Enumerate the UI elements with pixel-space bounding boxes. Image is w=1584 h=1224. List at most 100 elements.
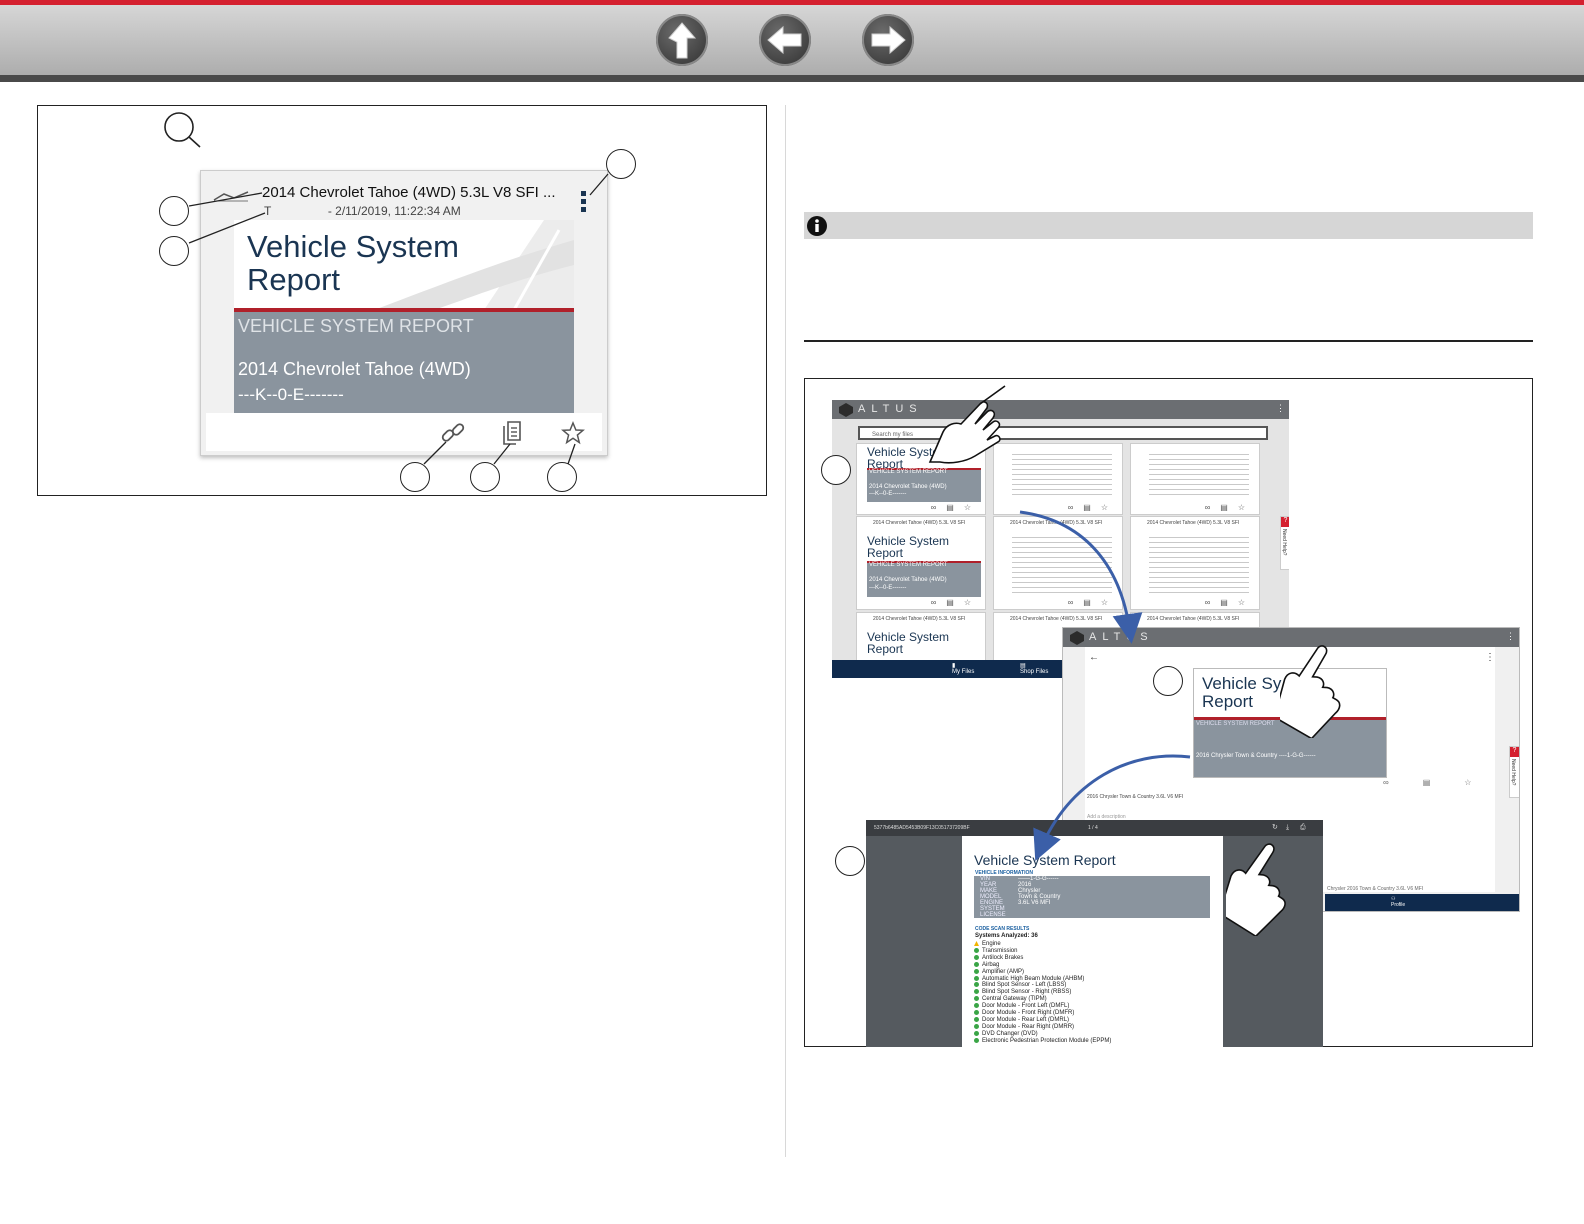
- altus-logo-icon: [839, 403, 853, 417]
- doc-preview: [1149, 533, 1249, 593]
- mini-heading-line-2: Report: [867, 546, 904, 560]
- system-name: Door Module - Rear Left (DMRL): [982, 1016, 1070, 1023]
- callout-step-2: [1153, 666, 1183, 696]
- profile-tab[interactable]: ⚇ Profile: [1391, 896, 1405, 908]
- forward-button[interactable]: [862, 14, 914, 66]
- detail-actions[interactable]: ∞▤☆: [1383, 778, 1505, 787]
- up-button[interactable]: [656, 14, 708, 66]
- search-input[interactable]: Search my files: [858, 426, 1268, 440]
- print-icon[interactable]: ⎙: [1300, 820, 1306, 836]
- system-name: Engine: [982, 941, 1001, 948]
- check-icon: [974, 1030, 979, 1036]
- tap-hand-icon: [1226, 843, 1286, 936]
- shop-files-label: Shop Files: [1020, 669, 1049, 675]
- check-icon: [974, 961, 979, 967]
- preview-heading-line-1: Vehicle Sy: [1202, 674, 1282, 693]
- bottom-nav: ⚇ Profile: [1325, 894, 1519, 911]
- callout-document: [470, 462, 500, 492]
- thumbnail-vehicle: 2014 Chevrolet Tahoe (4WD): [238, 359, 471, 379]
- back-button[interactable]: [759, 14, 811, 66]
- check-icon: [974, 947, 979, 953]
- need-help-tab[interactable]: ? Need Help?: [1509, 746, 1519, 798]
- check-icon: [974, 1010, 979, 1015]
- info-value: 3.6L V6 MFI: [1018, 900, 1051, 906]
- file-card-doc[interactable]: 2014 Chevrolet Tahoe (4WD) 5.3L V8 SFI ∞…: [1130, 516, 1260, 610]
- check-icon: [974, 996, 979, 1002]
- system-name: Antilock Brakes: [982, 954, 1024, 961]
- app-name: ALTUS: [858, 403, 923, 415]
- preview-vehicle: 2016 Chrysler Town & Country ----1-G-G--…: [1196, 753, 1316, 759]
- thumbnail-band-label: VEHICLE SYSTEM REPORT: [238, 316, 474, 336]
- star-icon[interactable]: [561, 421, 585, 445]
- mini-caption: 2014 Chevrolet Tahoe (4WD) 5.3L V8 SFI: [1010, 616, 1103, 622]
- note-bar: [804, 212, 1533, 239]
- more-vert-icon[interactable]: [579, 190, 589, 214]
- more-vert-icon[interactable]: ⋮: [1276, 403, 1285, 414]
- system-row: Electronic Pedestrian Protection Module …: [974, 1037, 1111, 1045]
- file-date: - 2/11/2019, 11:22:34 AM: [327, 204, 461, 218]
- document-icon[interactable]: [501, 420, 523, 446]
- system-name: Airbag: [982, 961, 1000, 968]
- vehicle-logo-icon: [213, 191, 249, 202]
- thumbnail-heading: Vehicle System Report: [247, 230, 459, 296]
- mini-heading-line-2: Report: [867, 642, 904, 656]
- altus-logo-icon: [1070, 631, 1084, 645]
- mini-actions: ∞▤☆: [930, 598, 981, 607]
- check-icon: [974, 1016, 979, 1022]
- check-icon: [974, 954, 979, 960]
- mini-actions: ∞▤☆: [1204, 598, 1255, 607]
- more-vert-icon[interactable]: ⋮: [1506, 631, 1515, 642]
- systems-analyzed: Systems Analyzed: 36: [975, 933, 1038, 939]
- mini-vehicle: 2014 Chevrolet Tahoe (4WD): [869, 484, 947, 490]
- system-name: Blind Spot Sensor - Right (RBSS): [982, 989, 1072, 996]
- file-card-report[interactable]: 2014 Chevrolet Tahoe (4WD) 5.3L V8 SFI V…: [856, 516, 986, 610]
- right-arrow-icon: [871, 25, 906, 55]
- rotate-icon[interactable]: ↻: [1272, 820, 1278, 836]
- my-files-label: My Files: [952, 669, 975, 675]
- preview-heading-line-2: Report: [1202, 692, 1254, 711]
- file-card-doc[interactable]: 2014 Chevrolet Tahoe (4WD) 5.3L V8 SFI ∞…: [993, 516, 1123, 610]
- vehicle-meta: Chrysler 2016 Town & Country 3.6L V6 MFI: [1327, 886, 1424, 892]
- mini-caption: 2014 Chevrolet Tahoe (4WD) 5.3L V8 SFI: [1147, 520, 1240, 526]
- app-name: ALTUS: [1089, 631, 1154, 643]
- shop-files-tab[interactable]: ▤ Shop Files: [1020, 662, 1048, 675]
- thumbnail-heading-line-1: Vehicle System: [247, 229, 459, 264]
- callout-title: [159, 196, 189, 226]
- mini-vehicle: 2014 Chevrolet Tahoe (4WD): [869, 577, 947, 583]
- app-header: ALTUS ⋮: [832, 400, 1289, 419]
- mini-caption: 2014 Chevrolet Tahoe (4WD) 5.3L V8 SFI: [873, 520, 966, 526]
- report-thumbnail[interactable]: Vehicle System Report VEHICLE SYSTEM REP…: [234, 220, 574, 413]
- mini-actions: ∞▤☆: [1067, 503, 1118, 512]
- mini-band-label: VEHICLE SYSTEM REPORT: [869, 562, 948, 568]
- need-help-tab[interactable]: ? Need Help?: [1280, 516, 1289, 570]
- system-name: Automatic High Beam Module (AHBM): [982, 975, 1085, 982]
- mini-actions: ∞▤☆: [1204, 503, 1255, 512]
- info-icon: [807, 216, 827, 236]
- pdf-toolbar: 5377b6485AD5453B09F13C051737209BF 1 / 4 …: [866, 820, 1323, 836]
- system-name: Transmission: [982, 947, 1018, 954]
- tap-hand-icon: [1280, 645, 1341, 738]
- system-name: DVD Changer (DVD): [982, 1030, 1038, 1037]
- profile-label: Profile: [1391, 902, 1406, 908]
- file-card-doc[interactable]: ∞▤☆: [1130, 443, 1260, 515]
- callout-step-1: [821, 455, 851, 485]
- card-actions: [206, 413, 602, 451]
- my-files-tab[interactable]: ▮ My Files: [952, 662, 974, 675]
- pdf-page: Vehicle System Report VEHICLE INFORMATIO…: [962, 836, 1223, 1047]
- check-icon: [974, 1023, 979, 1029]
- bar-shadow: [0, 75, 1584, 82]
- help-icon: ?: [1281, 517, 1289, 527]
- mini-actions: ∞▤☆: [930, 503, 981, 512]
- need-help-label: Need Help?: [1281, 529, 1287, 556]
- pdf-page-count: 1 / 4: [1088, 825, 1098, 831]
- more-vert-icon[interactable]: ⋮: [1485, 652, 1495, 663]
- system-name: Door Module - Rear Right (DMRR): [982, 1023, 1075, 1030]
- callout-more-menu: [606, 149, 636, 179]
- link-icon[interactable]: [440, 420, 466, 446]
- back-arrow-icon[interactable]: ←: [1089, 652, 1099, 663]
- thumbnail-heading-line-2: Report: [247, 262, 341, 297]
- system-name: Central Gateway (TIPM): [982, 996, 1047, 1003]
- download-icon[interactable]: ⤓: [1286, 820, 1289, 836]
- callout-step-3: [835, 846, 865, 876]
- check-icon: [974, 968, 979, 974]
